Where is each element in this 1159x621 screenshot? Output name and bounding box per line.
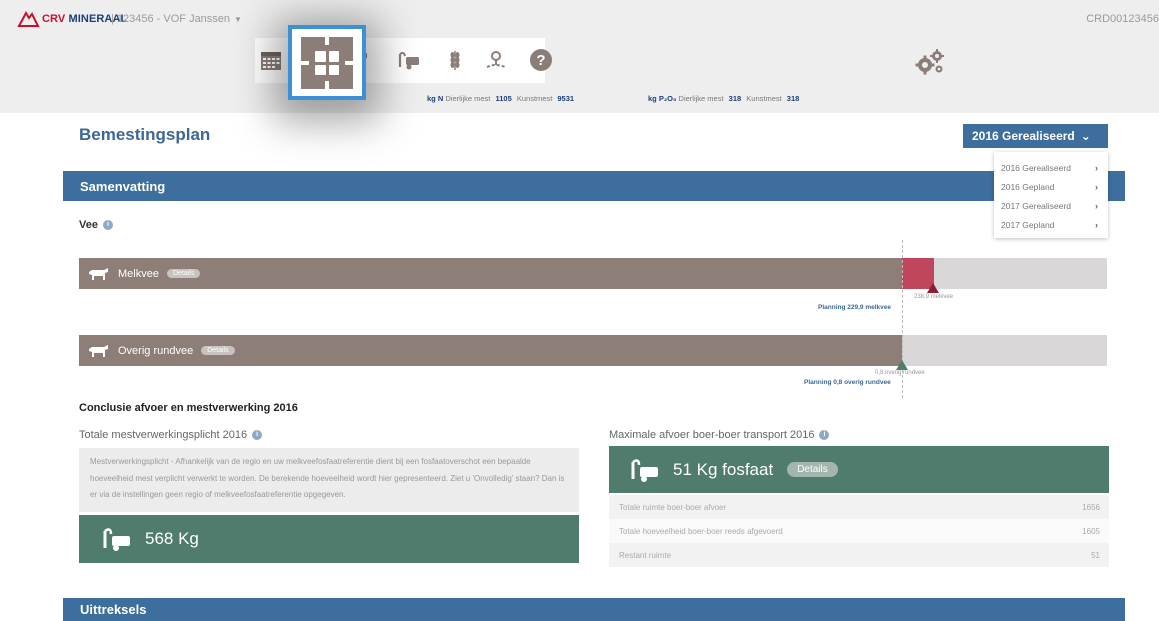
- location-icon[interactable]: [482, 46, 510, 74]
- manure-truck-icon: [103, 528, 130, 551]
- account-label: | 123456 - VOF Janssen: [111, 13, 231, 25]
- melkvee-actual-text: 238,9 melkvee: [914, 294, 954, 300]
- app-header: CRV MINERAAL | 123456 - VOF Janssen ▼ CRD…: [0, 0, 1159, 113]
- year-option[interactable]: 2016 Gerealiseerd ›: [994, 158, 1108, 177]
- customer-code: CRD00123456: [1086, 13, 1159, 25]
- field-plan-icon: [301, 37, 353, 89]
- section-samenvatting[interactable]: Samenvatting: [63, 171, 1125, 201]
- year-select[interactable]: 2016 Gerealiseerd ⌄: [963, 124, 1108, 148]
- melkvee-planning-text: Planning 229,9 melkvee: [818, 304, 891, 311]
- table-row: Totale hoeveelheid boer-boer reeds afgev…: [609, 519, 1109, 543]
- overig-actual-marker: [896, 360, 908, 370]
- account-selector[interactable]: | 123456 - VOF Janssen ▼: [111, 13, 242, 25]
- boer-boer-table: Totale ruimte boer-boer afvoer 1656 Total…: [609, 495, 1109, 567]
- help-glyph: ?: [536, 52, 545, 69]
- wheat-icon[interactable]: [441, 46, 469, 74]
- year-dropdown-menu: 2016 Gerealiseerd › 2016 Gepland › 2017 Ge…: [994, 152, 1108, 238]
- year-selected-label: 2016 Gerealiseerd: [972, 129, 1075, 143]
- chevron-right-icon: ›: [1095, 162, 1098, 173]
- boer-boer-heading: Maximale afvoer boer-boer transport 2016…: [609, 429, 830, 441]
- page-title: Bemestingsplan: [79, 125, 211, 144]
- overig-rundvee-bar: Overig rundvee Details: [79, 335, 1107, 366]
- info-icon[interactable]: i: [252, 430, 263, 440]
- calendar-icon[interactable]: [257, 46, 285, 74]
- settings-gears-icon[interactable]: [915, 48, 945, 76]
- overig-actual-text: 0,8 overig rundvee: [875, 370, 925, 376]
- info-icon[interactable]: i: [819, 430, 830, 440]
- info-icon[interactable]: i: [102, 220, 113, 230]
- kg-p-dierlijk-value: 318: [728, 94, 742, 103]
- crv-logo-icon: [17, 10, 40, 27]
- cow-icon: [89, 267, 108, 280]
- chevron-right-icon: ›: [1095, 200, 1098, 211]
- kg-n-kunst-value: 9531: [557, 94, 575, 103]
- vee-heading: Vee i: [79, 219, 113, 231]
- year-option[interactable]: 2017 Gepland ›: [994, 215, 1108, 234]
- boer-boer-details-button[interactable]: Details: [787, 462, 838, 477]
- overig-planning-text: Planning 0,8 overig rundvee: [804, 379, 891, 386]
- mestverwerkingsplicht-heading: Totale mestverwerkingsplicht 2016 i: [79, 429, 263, 441]
- caret-down-icon: ▼: [234, 15, 242, 24]
- kg-p-kunst-value: 318: [786, 94, 800, 103]
- melkvee-details-button[interactable]: Details: [166, 269, 201, 278]
- brand-prefix: CRV: [42, 13, 66, 25]
- kg-n-dierlijk-value: 1105: [495, 94, 512, 103]
- cow-icon: [89, 344, 108, 357]
- chevron-right-icon: ›: [1095, 219, 1098, 230]
- melkvee-bar: Melkvee Details: [79, 258, 1107, 289]
- overig-rundvee-label: Overig rundvee: [118, 344, 194, 357]
- mestverwerkingsplicht-info: Mestverwerkingsplicht - Afhankelijk van …: [79, 448, 579, 512]
- mestverwerkingsplicht-total: 568 Kg: [79, 515, 579, 563]
- melkvee-bar-fill: [79, 258, 902, 289]
- table-row: Totale ruimte boer-boer afvoer 1656: [609, 495, 1109, 519]
- conclusie-heading: Conclusie afvoer en mestverwerking 2016: [79, 402, 298, 414]
- melkvee-label: Melkvee: [118, 267, 159, 280]
- field-plan-button[interactable]: [288, 25, 366, 100]
- overig-details-button[interactable]: Details: [201, 346, 235, 355]
- help-icon[interactable]: ?: [527, 46, 555, 74]
- mestverwerkingsplicht-value: 568 Kg: [145, 529, 199, 548]
- table-row: Restant ruimte 51: [609, 543, 1109, 567]
- melkvee-actual-marker: [927, 283, 939, 293]
- boer-boer-total: 51 Kg fosfaat Details: [609, 446, 1109, 493]
- kg-n-summary: kg N Dierlijke mest 1105 Kunstmest 9531: [427, 94, 575, 103]
- chevron-right-icon: ›: [1095, 181, 1098, 192]
- year-option[interactable]: 2016 Gepland ›: [994, 177, 1108, 196]
- boer-boer-value: 51 Kg fosfaat: [673, 459, 774, 479]
- chevron-down-icon: ⌄: [1080, 129, 1091, 143]
- kg-p2o5-summary: kg P₂O₅ Dierlijke mest 318 Kunstmest 318: [648, 94, 800, 103]
- manure-truck-icon: [631, 458, 658, 482]
- manure-truck-icon[interactable]: [395, 46, 423, 74]
- year-option[interactable]: 2017 Gerealiseerd ›: [994, 196, 1108, 215]
- section-uittreksels[interactable]: Uittreksels: [63, 598, 1125, 621]
